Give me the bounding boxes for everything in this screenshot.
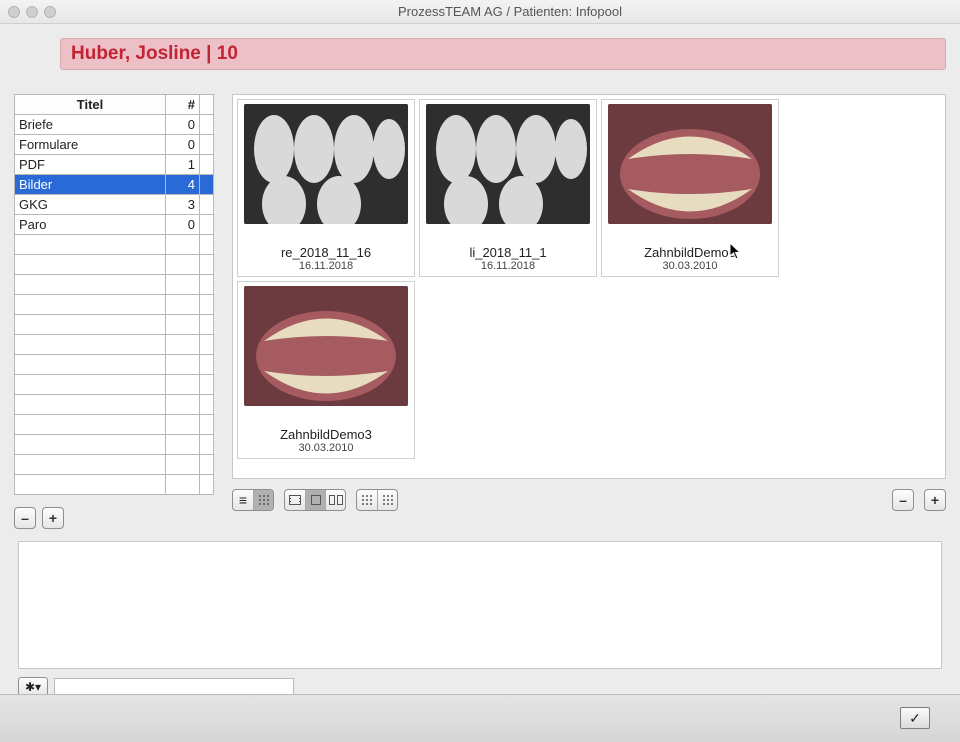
category-row[interactable]: Paro0	[15, 215, 214, 235]
category-count: 4	[166, 175, 200, 195]
category-row[interactable]: Formulare0	[15, 135, 214, 155]
category-row-empty	[15, 375, 214, 395]
add-category-button[interactable]: +	[42, 507, 64, 529]
category-title: Paro	[15, 215, 166, 235]
view-filmstrip-button[interactable]	[285, 490, 305, 510]
category-row-empty	[15, 235, 214, 255]
confirm-button[interactable]: ✓	[900, 707, 930, 729]
gallery-thumbnail[interactable]: re_2018_11_1616.11.2018	[237, 99, 415, 277]
category-title: Briefe	[15, 115, 166, 135]
remove-category-button[interactable]: –	[14, 507, 36, 529]
patient-banner: Huber, Josline | 10	[60, 38, 946, 70]
filmstrip-icon	[289, 495, 301, 505]
view-grid-button[interactable]	[253, 490, 273, 510]
thumbnail-label: re_2018_11_16	[281, 245, 371, 260]
category-row[interactable]: PDF1	[15, 155, 214, 175]
category-row[interactable]: GKG3	[15, 195, 214, 215]
category-spare	[200, 195, 214, 215]
thumbnail-date: 16.11.2018	[299, 260, 353, 272]
gallery-thumbnail[interactable]: li_2018_11_116.11.2018	[419, 99, 597, 277]
image-gallery: re_2018_11_1616.11.2018li_2018_11_116.11…	[232, 94, 946, 479]
category-title: GKG	[15, 195, 166, 215]
thumbnail-date: 30.03.2010	[298, 442, 353, 454]
category-row-empty	[15, 335, 214, 355]
gallery-toolbar: – +	[232, 489, 946, 511]
category-spare	[200, 135, 214, 155]
thumbnail-date: 16.11.2018	[481, 260, 535, 272]
category-count: 0	[166, 115, 200, 135]
category-row-empty	[15, 355, 214, 375]
gallery-thumbnail[interactable]: ZahnbildDemo630.03.2010	[601, 99, 779, 277]
view-mode-segment-2	[284, 489, 346, 511]
category-spare	[200, 115, 214, 135]
thumbnail-label: li_2018_11_1	[469, 245, 546, 260]
category-row-empty	[15, 275, 214, 295]
view-list-button[interactable]	[233, 490, 253, 510]
view-dual-button[interactable]	[325, 490, 345, 510]
window-titlebar: ProzessTEAM AG / Patienten: Infopool	[0, 0, 960, 24]
thumbnail-image	[608, 104, 772, 224]
category-row-empty	[15, 455, 214, 475]
dense-grid-a-icon	[361, 494, 373, 506]
gear-icon: ✱▾	[25, 680, 41, 694]
category-header-count[interactable]: #	[166, 95, 200, 115]
category-count: 3	[166, 195, 200, 215]
close-window-icon[interactable]	[8, 6, 20, 18]
gallery-thumbnail[interactable]: ZahnbildDemo330.03.2010	[237, 281, 415, 459]
thumbnail-image	[426, 104, 590, 224]
category-row-empty	[15, 415, 214, 435]
category-count: 1	[166, 155, 200, 175]
category-header-spare	[200, 95, 214, 115]
category-row[interactable]: Bilder4	[15, 175, 214, 195]
thumbnail-date: 30.03.2010	[662, 260, 717, 272]
category-title: Bilder	[15, 175, 166, 195]
window-title: ProzessTEAM AG / Patienten: Infopool	[68, 4, 952, 19]
view-mode-segment-3	[356, 489, 398, 511]
view-single-button[interactable]	[305, 490, 325, 510]
zoom-window-icon[interactable]	[44, 6, 56, 18]
window-traffic-lights	[8, 6, 56, 18]
category-title: Formulare	[15, 135, 166, 155]
category-row-empty	[15, 315, 214, 335]
dense-grid-b-icon	[382, 494, 394, 506]
list-icon	[239, 492, 247, 508]
gallery-remove-button[interactable]: –	[892, 489, 914, 511]
category-table: Titel # Briefe0Formulare0PDF1Bilder4GKG3…	[14, 94, 214, 495]
category-spare	[200, 215, 214, 235]
window-footer: ✓	[0, 694, 960, 742]
thumbnail-label: ZahnbildDemo3	[280, 427, 372, 442]
thumbnail-image	[244, 286, 408, 406]
category-count: 0	[166, 215, 200, 235]
single-icon	[311, 495, 321, 505]
view-mode-segment-1	[232, 489, 274, 511]
category-count: 0	[166, 135, 200, 155]
minimize-window-icon[interactable]	[26, 6, 38, 18]
view-dense-grid-a-button[interactable]	[357, 490, 377, 510]
patient-name-id: Huber, Josline | 10	[71, 43, 238, 64]
view-dense-grid-b-button[interactable]	[377, 490, 397, 510]
notes-panel[interactable]	[18, 541, 942, 669]
category-header-title[interactable]: Titel	[15, 95, 166, 115]
category-row-empty	[15, 255, 214, 275]
thumbnail-label: ZahnbildDemo6	[644, 245, 736, 260]
dual-icon	[329, 495, 343, 505]
thumbnail-image	[244, 104, 408, 224]
category-row-empty	[15, 295, 214, 315]
category-spare	[200, 155, 214, 175]
category-row-empty	[15, 395, 214, 415]
grid-icon	[258, 494, 270, 506]
gallery-add-button[interactable]: +	[924, 489, 946, 511]
category-row-empty	[15, 435, 214, 455]
category-row[interactable]: Briefe0	[15, 115, 214, 135]
category-row-empty	[15, 475, 214, 495]
category-spare	[200, 175, 214, 195]
category-title: PDF	[15, 155, 166, 175]
